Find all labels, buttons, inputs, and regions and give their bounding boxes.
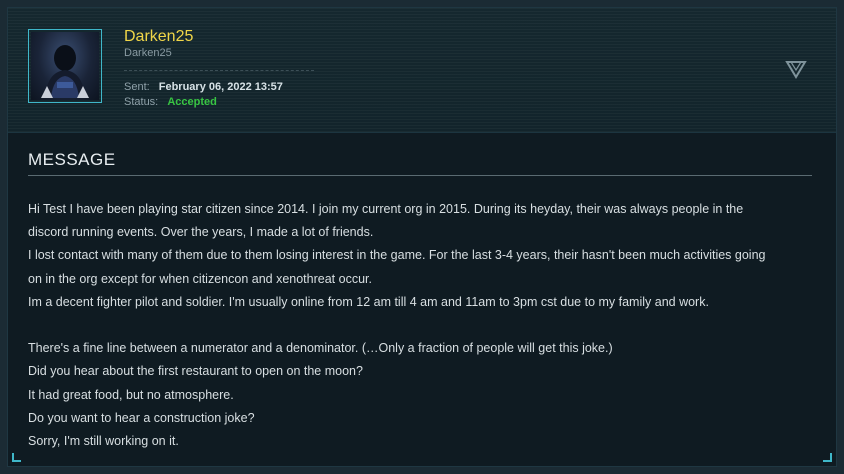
message-line: Did you hear about the first restaurant … (28, 364, 363, 379)
divider (124, 70, 314, 71)
message-body: Hi Test I have been playing star citizen… (28, 198, 818, 453)
sent-row: Sent: February 06, 2022 13:57 (124, 81, 283, 93)
corner-accent (12, 453, 21, 462)
message-line: It had great food, but no atmosphere. (28, 387, 234, 402)
message-line: Im a decent fighter pilot and soldier. I… (28, 294, 709, 309)
message-line: I lost contact with many of them due to … (28, 248, 766, 263)
sent-label: Sent: (124, 81, 150, 93)
applicant-header: Darken25 Darken25 Sent: February 06, 202… (8, 8, 836, 133)
message-line: discord running events. Over the years, … (28, 225, 374, 240)
avatar[interactable] (28, 29, 102, 103)
application-card: Darken25 Darken25 Sent: February 06, 202… (7, 7, 837, 467)
corner-accent (823, 453, 832, 462)
message-line: on in the org except for when citizencon… (28, 271, 372, 286)
title-divider (28, 175, 812, 176)
message-line: Hi Test I have been playing star citizen… (28, 202, 744, 216)
status-badge: Accepted (167, 96, 217, 108)
message-line: Do you want to hear a construction joke? (28, 410, 255, 425)
message-title: MESSAGE (28, 150, 116, 169)
status-label: Status: (124, 96, 159, 108)
sent-date: February 06, 2022 13:57 (158, 81, 283, 93)
expand-toggle-button[interactable] (784, 58, 808, 80)
message-line: Sorry, I'm still working on it. (28, 434, 179, 449)
user-avatar-icon (31, 32, 99, 100)
message-line: There's a fine line between a numerator … (28, 341, 613, 356)
sender-name[interactable]: Darken25 (124, 28, 193, 46)
status-row: Status: Accepted (124, 96, 217, 108)
chevron-down-triangle-icon (785, 61, 807, 79)
sender-handle: Darken25 (124, 47, 172, 59)
